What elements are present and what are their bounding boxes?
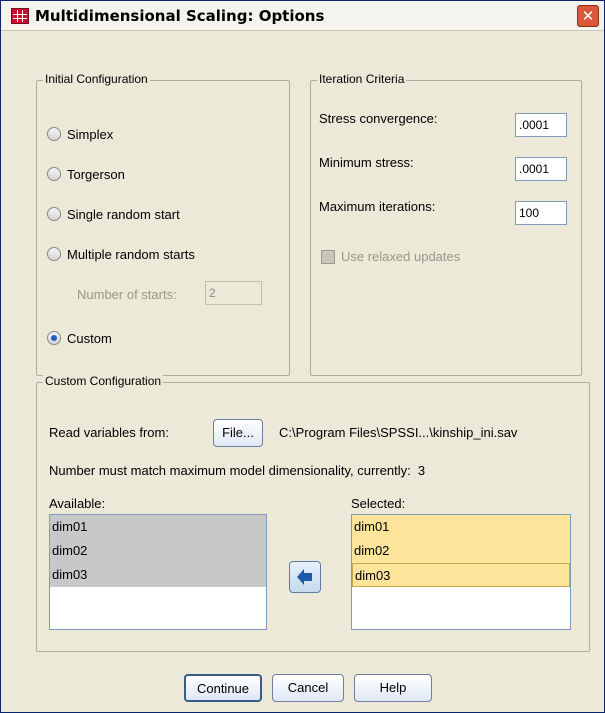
radio-single-random-start-indicator[interactable] [47,207,61,221]
radio-single-random-start-label: Single random start [67,206,180,222]
dialog-window: Multidimensional Scaling: Options ✕ Init… [0,0,605,713]
radio-multiple-random-starts-indicator[interactable] [47,247,61,261]
minimum-stress-label: Minimum stress: [319,155,414,170]
radio-torgerson[interactable]: Torgerson [47,165,125,183]
number-of-starts-label: Number of starts: [77,287,177,302]
available-list[interactable]: dim01 dim02 dim03 [49,514,267,630]
stress-convergence-label: Stress convergence: [319,111,438,126]
relaxed-updates-checkbox[interactable]: Use relaxed updates [321,249,460,264]
cancel-button[interactable]: Cancel [272,674,344,702]
window-title: Multidimensional Scaling: Options [35,7,325,25]
initial-configuration-legend: Initial Configuration [43,72,150,86]
list-item[interactable]: dim01 [50,515,266,539]
close-button[interactable]: ✕ [577,5,599,27]
list-item[interactable]: dim03 [50,563,266,587]
iteration-criteria-group: Iteration Criteria Stress convergence: .… [310,72,582,376]
read-variables-label: Read variables from: [49,425,169,440]
maximum-iterations-label: Maximum iterations: [319,199,436,214]
selected-list[interactable]: dim01 dim02 dim03 [351,514,571,630]
initial-configuration-group: Initial Configuration Simplex Torgerson … [36,72,290,376]
list-item[interactable]: dim02 [50,539,266,563]
radio-custom-label: Custom [67,330,112,346]
radio-single-random-start[interactable]: Single random start [47,205,180,223]
radio-simplex-label: Simplex [67,126,114,142]
number-of-starts-field[interactable]: 2 [205,281,262,305]
radio-multiple-random-starts-label: Multiple random starts [67,246,195,262]
arrow-left-icon [297,569,312,585]
continue-button[interactable]: Continue [184,674,262,702]
radio-torgerson-indicator[interactable] [47,167,61,181]
selected-label: Selected: [351,496,406,511]
spss-grid-icon [11,8,29,24]
available-label: Available: [49,496,106,511]
custom-configuration-legend: Custom Configuration [43,374,164,388]
radio-custom[interactable]: Custom [47,329,112,347]
maximum-iterations-field[interactable]: 100 [515,201,567,225]
dimensionality-note: Number must match maximum model dimensio… [49,463,426,478]
list-item[interactable]: dim01 [352,515,570,539]
help-button[interactable]: Help [354,674,432,702]
dialog-body: Initial Configuration Simplex Torgerson … [1,32,604,712]
radio-simplex[interactable]: Simplex [47,125,113,143]
move-variables-button[interactable] [289,561,321,593]
relaxed-updates-label: Use relaxed updates [341,249,461,264]
file-button[interactable]: File... [213,419,263,447]
list-item[interactable]: dim02 [352,539,570,563]
radio-torgerson-label: Torgerson [67,166,125,182]
stress-convergence-field[interactable]: .0001 [515,113,567,137]
list-item[interactable]: dim03 [352,563,570,587]
file-path-text: C:\Program Files\SPSSI...\kinship_ini.sa… [279,425,518,440]
title-bar[interactable]: Multidimensional Scaling: Options ✕ [1,1,604,31]
radio-multiple-random-starts[interactable]: Multiple random starts [47,245,195,263]
minimum-stress-field[interactable]: .0001 [515,157,567,181]
relaxed-updates-checkbox-box[interactable] [321,249,335,264]
radio-simplex-indicator[interactable] [47,127,61,141]
radio-custom-indicator[interactable] [47,331,61,345]
iteration-criteria-legend: Iteration Criteria [317,72,407,86]
custom-configuration-group: Custom Configuration Read variables from… [36,374,590,652]
